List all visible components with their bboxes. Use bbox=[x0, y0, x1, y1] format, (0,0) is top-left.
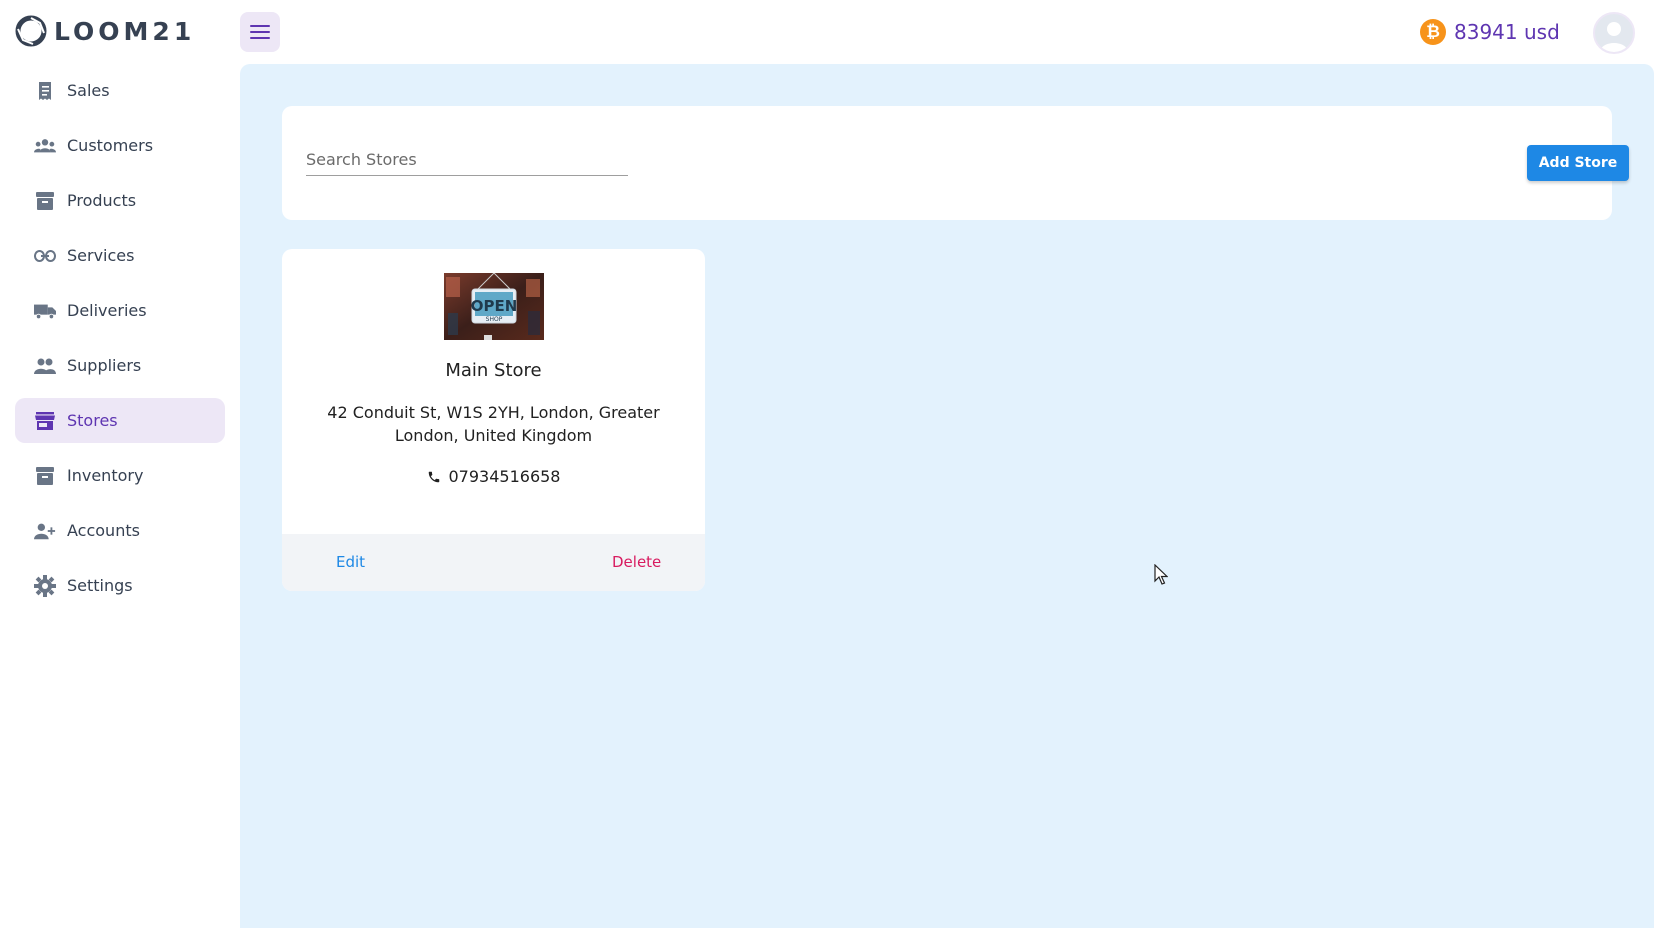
search-input[interactable] bbox=[306, 144, 628, 176]
sidebar-item-inventory[interactable]: Inventory bbox=[15, 453, 225, 498]
sidebar-item-label: Stores bbox=[67, 411, 118, 430]
phone-icon bbox=[428, 471, 439, 482]
store-address: 42 Conduit St, W1S 2YH, London, Greater … bbox=[327, 403, 660, 445]
add-store-button[interactable]: Add Store bbox=[1527, 145, 1629, 181]
store-name: Main Store bbox=[445, 360, 542, 381]
receipt-icon bbox=[34, 80, 56, 102]
sign-text: OPEN bbox=[471, 297, 518, 315]
menu-toggle-button[interactable] bbox=[240, 12, 280, 52]
sidebar-item-label: Suppliers bbox=[67, 356, 142, 375]
sidebar-item-products[interactable]: Products bbox=[15, 178, 225, 223]
sidebar-item-label: Accounts bbox=[67, 521, 140, 540]
avatar[interactable] bbox=[1593, 12, 1635, 54]
edit-store-button[interactable]: Edit bbox=[336, 553, 365, 571]
app-logo[interactable]: LOOM21 bbox=[14, 13, 195, 49]
sidebar-item-label: Deliveries bbox=[67, 301, 147, 320]
sidebar-item-label: Sales bbox=[67, 81, 110, 100]
store-phone-number: 07934516658 bbox=[448, 467, 561, 486]
sidebar-item-sales[interactable]: Sales bbox=[15, 68, 225, 113]
link-icon bbox=[34, 245, 56, 267]
sidebar-item-label: Inventory bbox=[67, 466, 144, 485]
store-card: OPEN SHOP Main Store 42 Conduit St, W1S … bbox=[282, 249, 705, 591]
store-icon bbox=[34, 410, 56, 432]
store-phone: 07934516658 bbox=[282, 467, 705, 486]
sidebar-item-settings[interactable]: Settings bbox=[15, 563, 225, 608]
sign-subtext: SHOP bbox=[486, 316, 503, 323]
bitcoin-icon: ₿ bbox=[1420, 19, 1446, 45]
hamburger-icon bbox=[250, 25, 270, 39]
store-image: OPEN SHOP bbox=[444, 273, 544, 340]
archive-box-icon bbox=[34, 190, 56, 212]
truck-icon bbox=[34, 300, 56, 322]
top-bar: LOOM21 ₿ 83941 usd bbox=[0, 0, 1654, 64]
add-user-icon bbox=[34, 520, 56, 542]
sidebar-item-customers[interactable]: Customers bbox=[15, 123, 225, 168]
user-avatar-icon bbox=[1600, 22, 1628, 52]
delete-store-button[interactable]: Delete bbox=[612, 553, 661, 571]
store-card-actions: Edit Delete bbox=[282, 534, 705, 591]
logo-text: LOOM21 bbox=[54, 16, 196, 46]
archive-box-icon bbox=[34, 465, 56, 487]
sidebar-item-suppliers[interactable]: Suppliers bbox=[15, 343, 225, 388]
group-icon bbox=[34, 135, 56, 157]
mouse-pointer-icon bbox=[1154, 563, 1169, 590]
balance-display: ₿ 83941 usd bbox=[1420, 16, 1560, 48]
logo-icon bbox=[15, 15, 47, 47]
sidebar-item-label: Settings bbox=[67, 576, 133, 595]
sidebar-item-services[interactable]: Services bbox=[15, 233, 225, 278]
sidebar-item-label: Services bbox=[67, 246, 135, 265]
people-icon bbox=[34, 355, 56, 377]
balance-text: 83941 usd bbox=[1454, 20, 1560, 44]
main-content: Add Store OPE bbox=[240, 64, 1654, 928]
search-card: Add Store bbox=[282, 106, 1629, 220]
sidebar-item-label: Customers bbox=[67, 136, 154, 155]
gear-icon bbox=[34, 574, 56, 597]
sidebar-item-label: Products bbox=[67, 191, 137, 210]
sidebar-item-stores[interactable]: Stores bbox=[15, 398, 225, 443]
sidebar-item-deliveries[interactable]: Deliveries bbox=[15, 288, 225, 333]
sidebar-item-accounts[interactable]: Accounts bbox=[15, 508, 225, 553]
